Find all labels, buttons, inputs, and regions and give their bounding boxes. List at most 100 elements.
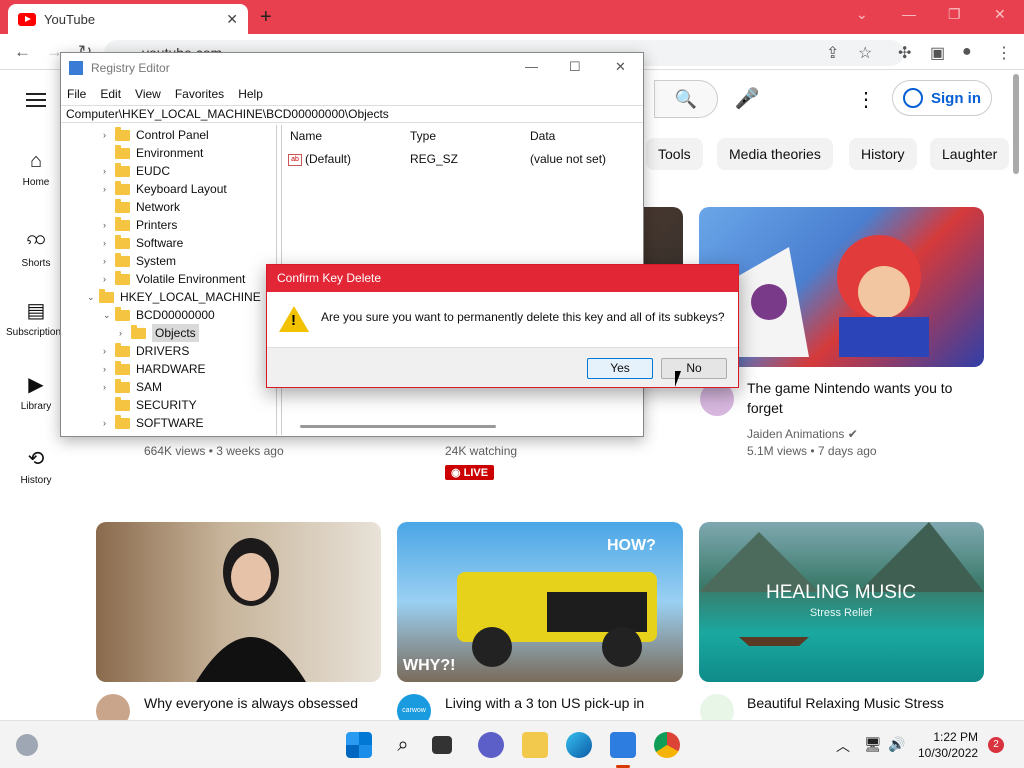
chat-icon[interactable] — [478, 732, 504, 758]
chip-tools[interactable]: Tools — [646, 138, 703, 170]
voice-search-icon[interactable]: 🎤 — [730, 82, 764, 116]
file-explorer-icon[interactable] — [522, 732, 548, 758]
column-header-type[interactable]: Type — [410, 129, 436, 143]
browser-tab-youtube[interactable]: YouTube ✕ — [8, 4, 248, 34]
tree-node[interactable]: › System — [103, 252, 176, 270]
bookmark-star-icon[interactable]: ☆ — [858, 43, 872, 63]
maximize-icon[interactable]: ❐ — [948, 6, 961, 23]
side-panel-icon[interactable]: ▣ — [930, 43, 945, 63]
tree-node[interactable]: › SAM — [103, 378, 162, 396]
menu-edit[interactable]: Edit — [100, 87, 121, 101]
menu-file[interactable]: File — [67, 87, 86, 101]
task-view-icon[interactable] — [432, 736, 452, 754]
video-title[interactable]: The game Nintendo wants you to forget — [747, 378, 977, 418]
widgets-icon[interactable] — [16, 734, 38, 756]
regedit-titlebar[interactable]: Registry Editor — [61, 53, 643, 83]
tree-node[interactable]: SECURITY — [103, 396, 197, 414]
menu-view[interactable]: View — [135, 87, 161, 101]
tree-node[interactable]: › Software — [103, 234, 183, 252]
chrome-browser-icon[interactable] — [654, 732, 680, 758]
video-title[interactable]: Beautiful Relaxing Music Stress — [747, 693, 977, 713]
maximize-icon[interactable]: ☐ — [569, 59, 581, 75]
tree-node[interactable]: › DRIVERS — [103, 342, 189, 360]
menu-help[interactable]: Help — [238, 87, 263, 101]
tree-node[interactable]: ⌄ BCD00000000 — [103, 306, 215, 324]
expand-arrow-icon[interactable]: › — [103, 252, 115, 270]
show-hidden-icons-icon[interactable]: ︿ — [836, 736, 850, 756]
close-window-icon[interactable]: ✕ — [994, 6, 1006, 23]
page-scrollbar[interactable] — [1013, 74, 1019, 174]
expand-arrow-icon[interactable]: › — [103, 180, 115, 198]
chip-history[interactable]: History — [849, 138, 917, 170]
share-icon[interactable]: ⇪ — [826, 43, 839, 63]
chip-media-theories[interactable]: Media theories — [717, 138, 833, 170]
more-options-icon[interactable]: ⋮ — [856, 87, 876, 112]
back-icon[interactable]: ← — [14, 42, 31, 62]
tree-node[interactable]: › Objects — [119, 324, 199, 342]
tree-node[interactable]: › Volatile Environment — [103, 270, 245, 288]
expand-arrow-icon[interactable]: › — [103, 360, 115, 378]
column-header-name[interactable]: Name — [290, 129, 322, 143]
extensions-icon[interactable]: ✣ — [898, 43, 911, 63]
minimize-icon[interactable]: — — [525, 59, 538, 74]
edge-browser-icon[interactable] — [566, 732, 592, 758]
no-button[interactable]: No — [661, 358, 727, 379]
expand-arrow-icon[interactable]: › — [103, 270, 115, 288]
guide-history[interactable]: ⟲ History — [0, 446, 72, 486]
video-title[interactable]: Why everyone is always obsessed — [144, 693, 374, 713]
tree-node[interactable]: › Keyboard Layout — [103, 180, 227, 198]
chip-laughter[interactable]: Laughter — [930, 138, 1010, 170]
expand-arrow-icon[interactable]: › — [103, 234, 115, 252]
expand-arrow-icon[interactable]: › — [103, 342, 115, 360]
new-tab-icon[interactable]: + — [260, 6, 272, 29]
video-thumbnail-music[interactable]: HEALING MUSIC Stress Relief — [699, 522, 984, 682]
expand-arrow-icon[interactable]: › — [103, 126, 115, 144]
minimize-icon[interactable]: — — [902, 6, 916, 22]
string-value-icon: ab — [288, 153, 302, 166]
tab-search-icon[interactable]: ⌄ — [856, 6, 868, 23]
collapse-arrow-icon[interactable]: ⌄ — [103, 306, 115, 324]
tree-node[interactable]: › Control Panel — [103, 126, 209, 144]
search-icon[interactable]: ⌕ — [390, 732, 416, 758]
tree-node[interactable]: Environment — [103, 144, 203, 162]
yes-button[interactable]: Yes — [587, 358, 653, 379]
hamburger-menu-icon[interactable] — [26, 89, 46, 111]
tree-node[interactable]: › EUDC — [103, 162, 170, 180]
chrome-menu-icon[interactable]: ⋮ — [996, 43, 1012, 63]
tree-node[interactable]: Network — [103, 198, 180, 216]
horizontal-scrollbar[interactable] — [300, 425, 496, 428]
registry-editor-taskbar-icon[interactable] — [610, 732, 636, 758]
expand-arrow-icon[interactable]: › — [119, 324, 131, 342]
video-thumbnail-pickup[interactable]: HOW? WHY?! — [397, 522, 683, 682]
profile-icon[interactable]: ● — [962, 43, 972, 61]
menu-favorites[interactable]: Favorites — [175, 87, 224, 101]
expand-arrow-icon[interactable]: › — [103, 378, 115, 396]
value-name: (Default) — [305, 152, 352, 166]
collapse-arrow-icon[interactable]: ⌄ — [87, 288, 99, 306]
video-thumbnail-nintendo[interactable] — [699, 207, 984, 367]
network-icon[interactable]: 🖥 — [864, 736, 882, 753]
tree-node[interactable]: › SOFTWARE — [103, 414, 204, 432]
expand-arrow-icon[interactable]: › — [103, 216, 115, 234]
expand-arrow-icon[interactable]: › — [103, 414, 115, 432]
dialog-title[interactable]: Confirm Key Delete — [267, 265, 738, 292]
notification-badge[interactable]: 2 — [988, 737, 1004, 753]
volume-icon[interactable]: 🔊 — [888, 736, 905, 753]
start-button-icon[interactable] — [346, 732, 372, 758]
expand-arrow-icon[interactable]: › — [103, 162, 115, 180]
tree-node[interactable]: › HARDWARE — [103, 360, 206, 378]
video-thumbnail-obsessed[interactable] — [96, 522, 381, 682]
tree-node-label: Keyboard Layout — [136, 182, 227, 196]
folder-icon — [99, 288, 114, 303]
channel-name[interactable]: Jaiden Animations ✔ — [747, 427, 858, 441]
regedit-address-bar[interactable]: Computer\HKEY_LOCAL_MACHINE\BCD00000000\… — [61, 105, 643, 123]
search-button[interactable]: 🔍 — [654, 80, 718, 118]
video-title[interactable]: Living with a 3 ton US pick-up in — [445, 693, 675, 713]
system-clock[interactable]: 1:22 PM 10/30/2022 — [918, 729, 978, 761]
tree-node[interactable]: ⌄ HKEY_LOCAL_MACHINE — [87, 288, 261, 306]
tree-node[interactable]: › Printers — [103, 216, 177, 234]
column-header-data[interactable]: Data — [530, 129, 555, 143]
sign-in-button[interactable]: Sign in — [892, 80, 992, 116]
close-tab-icon[interactable]: ✕ — [226, 11, 238, 28]
close-icon[interactable]: ✕ — [615, 59, 626, 75]
